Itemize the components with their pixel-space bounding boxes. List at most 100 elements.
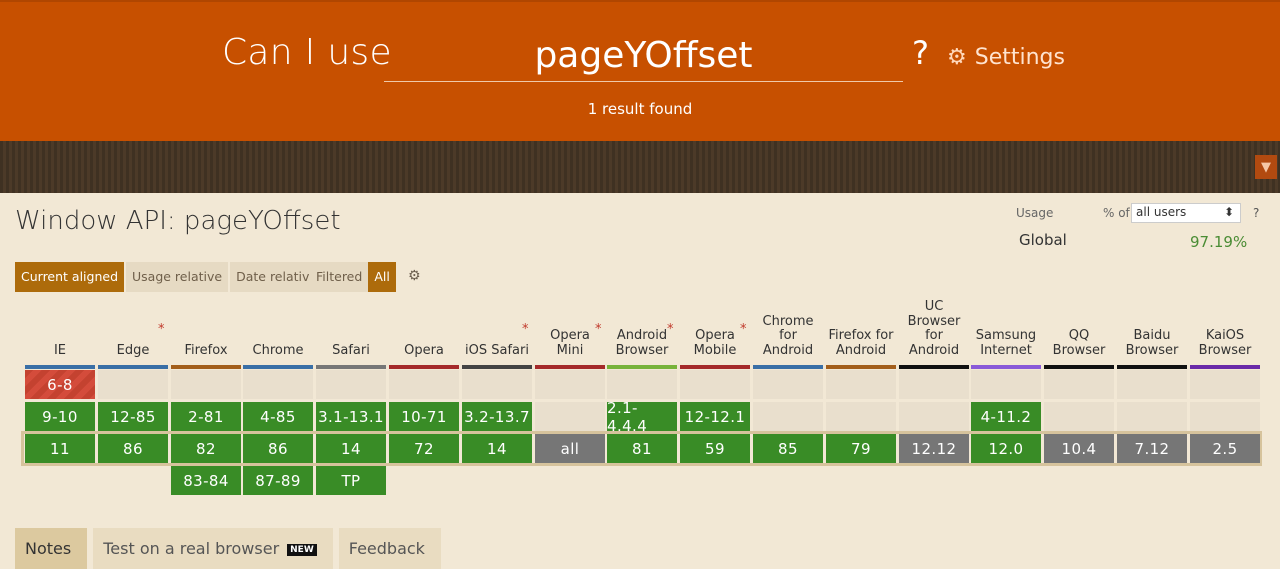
support-cell bbox=[316, 370, 386, 399]
support-cell bbox=[98, 370, 168, 399]
users-select[interactable]: all users ⬍ bbox=[1131, 203, 1241, 223]
support-cell[interactable]: 2-81 bbox=[171, 402, 241, 431]
site-header: Can I use ? ⚙ Settings 1 result found bbox=[0, 0, 1280, 141]
support-cell[interactable]: 11 bbox=[25, 434, 95, 463]
bottom-tabs: Notes Test on a real browser NEW Feedback bbox=[15, 528, 447, 569]
browser-color-bar bbox=[389, 365, 459, 369]
results-count: 1 result found bbox=[587, 100, 693, 118]
chevron-updown-icon: ⬍ bbox=[1223, 205, 1234, 219]
tab-notes[interactable]: Notes bbox=[15, 528, 88, 569]
support-cell bbox=[171, 370, 241, 399]
support-cell[interactable]: 4-85 bbox=[243, 402, 313, 431]
support-cell[interactable]: 4-11.2 bbox=[971, 402, 1041, 431]
view-mode-tabs: Current aligned Usage relative Date rela… bbox=[15, 262, 325, 292]
tab-all[interactable]: All bbox=[368, 262, 396, 292]
support-cell[interactable]: 14 bbox=[316, 434, 386, 463]
tab-feedback[interactable]: Feedback bbox=[338, 528, 441, 569]
new-badge: NEW bbox=[287, 543, 317, 556]
settings-button[interactable]: ⚙ Settings bbox=[947, 45, 1065, 70]
help-icon[interactable]: ? bbox=[912, 34, 929, 72]
gear-icon: ⚙ bbox=[947, 45, 967, 70]
support-cell[interactable]: 79 bbox=[826, 434, 896, 463]
global-percentage: 97.19% bbox=[1190, 233, 1248, 251]
browser-header: Chrome for Android bbox=[762, 313, 814, 358]
support-cell bbox=[899, 370, 969, 399]
feature-title: Window API: pageYOffset bbox=[15, 206, 341, 236]
browser-header: Baidu Browser bbox=[1125, 328, 1179, 358]
support-cell[interactable]: 12-85 bbox=[98, 402, 168, 431]
support-cell[interactable]: 12.0 bbox=[971, 434, 1041, 463]
browser-color-bar bbox=[1044, 365, 1114, 369]
support-cell[interactable]: 6-8 bbox=[25, 370, 95, 399]
usage-label: Usage bbox=[1016, 206, 1054, 220]
browser-color-bar bbox=[316, 365, 386, 369]
support-cell[interactable]: 87-89 bbox=[243, 466, 313, 495]
support-cell[interactable]: 7.12 bbox=[1117, 434, 1187, 463]
users-select-value: all users bbox=[1136, 205, 1187, 219]
header-band bbox=[0, 141, 1280, 193]
browser-header: Safari bbox=[332, 342, 370, 358]
support-cell bbox=[1190, 402, 1260, 431]
support-cell bbox=[1190, 370, 1260, 399]
support-cell bbox=[753, 402, 823, 431]
support-cell[interactable]: 12-12.1 bbox=[680, 402, 750, 431]
browser-header: IE bbox=[53, 342, 67, 358]
support-cell bbox=[899, 402, 969, 431]
table-settings-gear-icon[interactable]: ⚙ bbox=[408, 268, 421, 284]
settings-label: Settings bbox=[974, 45, 1065, 70]
support-cell[interactable]: 3.1-13.1 bbox=[316, 402, 386, 431]
support-cell bbox=[1044, 402, 1114, 431]
support-cell[interactable]: 10-71 bbox=[389, 402, 459, 431]
browser-header: Samsung Internet bbox=[975, 328, 1037, 358]
filter-tabs: Filtered All bbox=[310, 262, 398, 292]
browser-color-bar bbox=[753, 365, 823, 369]
support-cell[interactable]: 86 bbox=[98, 434, 168, 463]
support-cell bbox=[535, 402, 605, 431]
partial-note-star-icon: * bbox=[740, 322, 747, 337]
support-cell[interactable]: 9-10 bbox=[25, 402, 95, 431]
global-label: Global bbox=[1019, 231, 1067, 249]
browser-color-bar bbox=[971, 365, 1041, 369]
browser-color-bar bbox=[462, 365, 532, 369]
support-cell[interactable]: 86 bbox=[243, 434, 313, 463]
support-cell[interactable]: 12.12 bbox=[899, 434, 969, 463]
support-cell[interactable]: TP bbox=[316, 466, 386, 495]
tab-usage-relative[interactable]: Usage relative bbox=[126, 262, 229, 292]
support-cell[interactable]: 3.2-13.7 bbox=[462, 402, 532, 431]
support-cell[interactable]: 82 bbox=[171, 434, 241, 463]
partial-note-star-icon: * bbox=[158, 322, 165, 337]
support-cell bbox=[1117, 402, 1187, 431]
browser-color-bar bbox=[98, 365, 168, 369]
support-cell bbox=[389, 370, 459, 399]
browser-color-bar bbox=[1117, 365, 1187, 369]
tab-filtered[interactable]: Filtered bbox=[310, 262, 369, 292]
browser-header: Firefox bbox=[184, 342, 228, 358]
support-cell[interactable]: 72 bbox=[389, 434, 459, 463]
support-cell bbox=[462, 370, 532, 399]
browser-header: Opera bbox=[404, 342, 444, 358]
usage-help-icon[interactable]: ? bbox=[1253, 206, 1259, 220]
partial-note-star-icon: * bbox=[522, 322, 529, 337]
tab-test-real-browser[interactable]: Test on a real browser NEW bbox=[93, 528, 333, 569]
browser-header: Chrome bbox=[252, 342, 304, 358]
support-cell[interactable]: 2.1-4.4.4 bbox=[607, 399, 677, 435]
browser-color-bar bbox=[899, 365, 969, 369]
search-input[interactable] bbox=[384, 30, 903, 82]
support-cell[interactable]: 59 bbox=[680, 434, 750, 463]
browser-color-bar bbox=[25, 365, 95, 369]
support-cell[interactable]: all bbox=[535, 434, 605, 463]
browser-header: QQ Browser bbox=[1052, 328, 1106, 358]
support-cell[interactable]: 10.4 bbox=[1044, 434, 1114, 463]
support-cell[interactable]: 85 bbox=[753, 434, 823, 463]
browser-color-bar bbox=[535, 365, 605, 369]
tab-current-aligned[interactable]: Current aligned bbox=[15, 262, 125, 292]
browser-color-bar bbox=[171, 365, 241, 369]
support-cell[interactable]: 2.5 bbox=[1190, 434, 1260, 463]
support-cell[interactable]: 81 bbox=[607, 434, 677, 463]
support-cell bbox=[607, 370, 677, 399]
browser-header: KaiOS Browser bbox=[1198, 328, 1252, 358]
browser-color-bar bbox=[243, 365, 313, 369]
support-cell[interactable]: 14 bbox=[462, 434, 532, 463]
support-cell[interactable]: 83-84 bbox=[171, 466, 241, 495]
filter-icon[interactable]: ▼ bbox=[1255, 155, 1277, 179]
